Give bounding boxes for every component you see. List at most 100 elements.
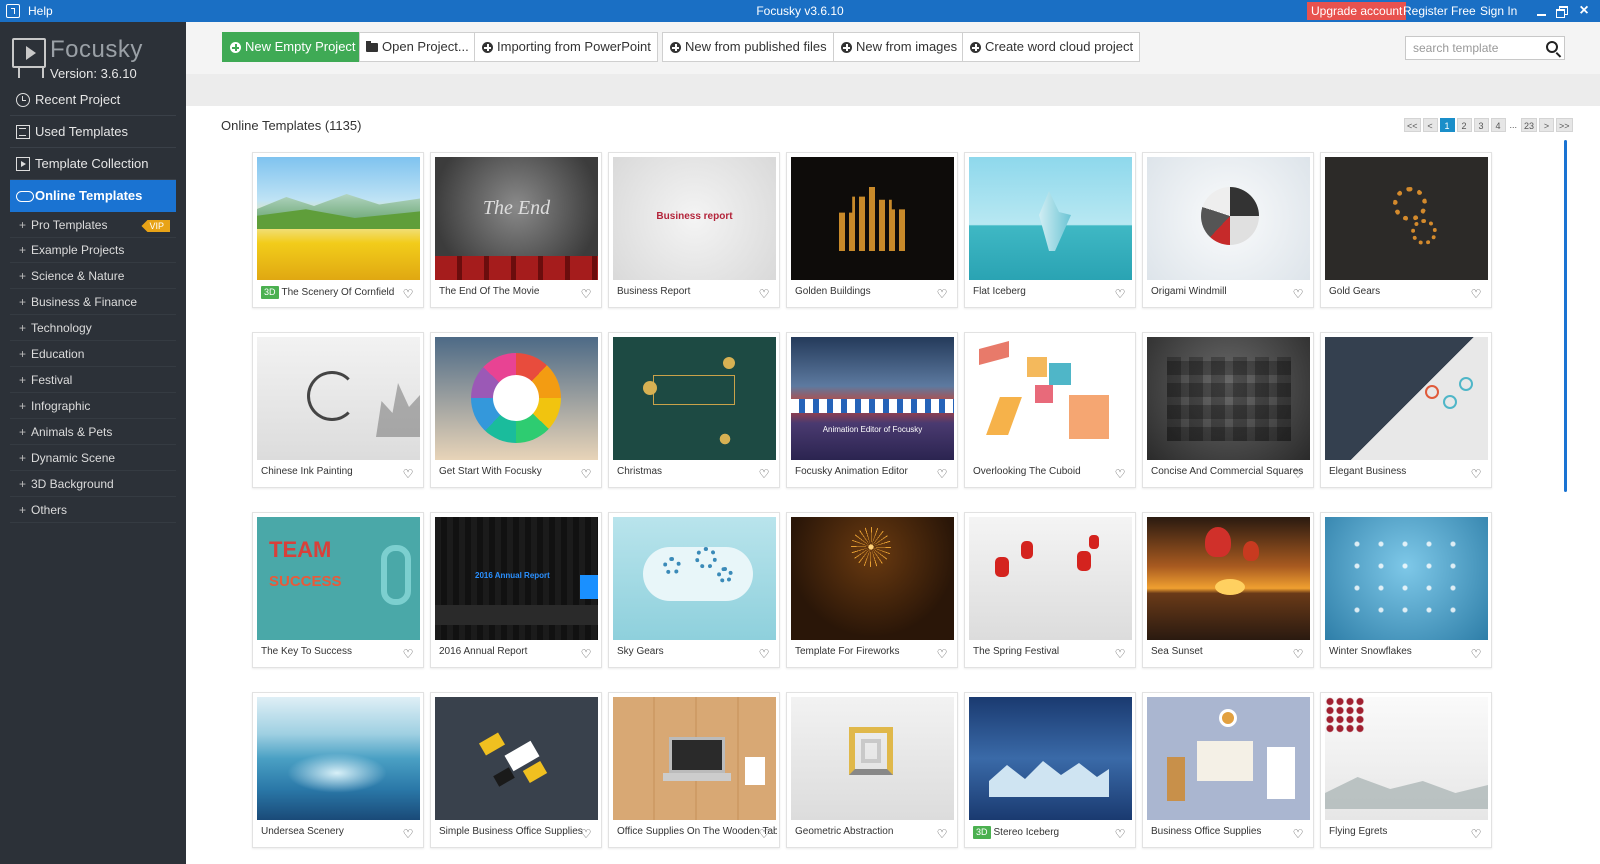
minimize-icon[interactable] bbox=[1534, 3, 1550, 19]
nav-label: Used Templates bbox=[35, 124, 128, 139]
template-card[interactable]: ♡ 3D Stereo Iceberg bbox=[964, 692, 1136, 848]
template-thumbnail bbox=[257, 697, 420, 820]
help-menu[interactable]: Help bbox=[6, 0, 53, 22]
page-prev[interactable]: < bbox=[1422, 118, 1438, 132]
template-thumbnail bbox=[1325, 337, 1488, 460]
nav-used-templates[interactable]: Used Templates bbox=[10, 116, 176, 148]
category-infographic[interactable]: Infographic bbox=[10, 394, 176, 419]
thumbnail-text: TEAM bbox=[269, 537, 332, 562]
template-card[interactable]: 2016 Annual Report ♡ 2016 Annual Report bbox=[430, 512, 602, 668]
category-business-finance[interactable]: Business & Finance bbox=[10, 290, 176, 315]
category-label: Dynamic Scene bbox=[31, 451, 116, 465]
template-title: The Spring Festival bbox=[973, 646, 1060, 657]
open-project-button[interactable]: Open Project... bbox=[359, 32, 476, 62]
template-thumbnail: The End bbox=[435, 157, 598, 280]
nav-template-collection[interactable]: Template Collection bbox=[10, 148, 176, 180]
category-example-projects[interactable]: Example Projects bbox=[10, 238, 176, 263]
page-3[interactable]: 3 bbox=[1473, 118, 1489, 132]
template-thumbnail: TEAM SUCCESS bbox=[257, 517, 420, 640]
scrollbar[interactable] bbox=[1564, 140, 1567, 492]
template-title: Elegant Business bbox=[1329, 466, 1407, 477]
template-card[interactable]: ♡ Sky Gears bbox=[608, 512, 780, 668]
page-next[interactable]: > bbox=[1539, 118, 1555, 132]
category-others[interactable]: Others bbox=[10, 498, 176, 523]
template-title: Undersea Scenery bbox=[261, 826, 344, 837]
template-card[interactable]: ♡ Geometric Abstraction bbox=[786, 692, 958, 848]
template-thumbnail bbox=[257, 157, 420, 280]
list-icon bbox=[16, 125, 30, 139]
nav-label: Recent Project bbox=[35, 92, 121, 107]
template-card[interactable]: Animation Editor of Focusky ♡ Focusky An… bbox=[786, 332, 958, 488]
template-card[interactable]: ♡ Flat Iceberg bbox=[964, 152, 1136, 308]
template-title: Simple Business Office Supplies bbox=[439, 826, 583, 837]
page-1[interactable]: 1 bbox=[1439, 118, 1455, 132]
category-label: Education bbox=[31, 347, 85, 361]
new-from-images-button[interactable]: New from images bbox=[833, 32, 965, 62]
page-4[interactable]: 4 bbox=[1490, 118, 1506, 132]
category-animals-pets[interactable]: Animals & Pets bbox=[10, 420, 176, 445]
template-card[interactable]: ♡ Origami Windmill bbox=[1142, 152, 1314, 308]
page-23[interactable]: 23 bbox=[1521, 118, 1538, 132]
category-pro-templates[interactable]: Pro Templates VIP bbox=[10, 213, 176, 238]
new-empty-project-button[interactable]: New Empty Project bbox=[222, 32, 363, 62]
template-card[interactable]: ♡ Sea Sunset bbox=[1142, 512, 1314, 668]
word-cloud-project-button[interactable]: Create word cloud project bbox=[962, 32, 1141, 62]
page-first[interactable]: << bbox=[1404, 118, 1421, 132]
template-card[interactable]: The End ♡ The End Of The Movie bbox=[430, 152, 602, 308]
search-input[interactable] bbox=[1406, 37, 1538, 59]
template-card[interactable]: ♡ Gold Gears bbox=[1320, 152, 1492, 308]
template-thumbnail bbox=[969, 157, 1132, 280]
category-technology[interactable]: Technology bbox=[10, 316, 176, 341]
new-from-published-button[interactable]: New from published files bbox=[662, 32, 834, 62]
template-card[interactable]: ♡ Template For Fireworks bbox=[786, 512, 958, 668]
template-thumbnail bbox=[969, 517, 1132, 640]
template-card[interactable]: ♡ Get Start With Focusky bbox=[430, 332, 602, 488]
template-card[interactable]: ♡ Flying Egrets bbox=[1320, 692, 1492, 848]
template-title: Flying Egrets bbox=[1329, 826, 1388, 837]
page-last[interactable]: >> bbox=[1556, 118, 1573, 132]
import-powerpoint-button[interactable]: Importing from PowerPoint bbox=[474, 32, 658, 62]
template-title: Winter Snowflakes bbox=[1329, 646, 1412, 657]
plus-circle-icon bbox=[230, 42, 241, 53]
register-free-link[interactable]: Register Free bbox=[1403, 0, 1476, 22]
thumbnail-text: The End bbox=[482, 197, 551, 219]
badge-3d: 3D bbox=[973, 826, 991, 839]
category-science-nature[interactable]: Science & Nature bbox=[10, 264, 176, 289]
template-title: Chinese Ink Painting bbox=[261, 466, 353, 477]
template-card[interactable]: ♡ Winter Snowflakes bbox=[1320, 512, 1492, 668]
template-card[interactable]: ♡ 3D The Scenery Of Cornfield bbox=[252, 152, 424, 308]
template-card[interactable]: ♡ Overlooking The Cuboid bbox=[964, 332, 1136, 488]
close-icon[interactable]: × bbox=[1576, 3, 1592, 19]
page-2[interactable]: 2 bbox=[1456, 118, 1472, 132]
nav-label: Online Templates bbox=[35, 188, 143, 203]
nav-online-templates[interactable]: Online Templates bbox=[10, 180, 176, 212]
category-festival[interactable]: Festival bbox=[10, 368, 176, 393]
template-card[interactable]: ♡ Chinese Ink Painting bbox=[252, 332, 424, 488]
search-icon[interactable] bbox=[1546, 41, 1558, 53]
category-dynamic-scene[interactable]: Dynamic Scene bbox=[10, 446, 176, 471]
template-card[interactable]: ♡ Christmas bbox=[608, 332, 780, 488]
template-card[interactable]: ♡ Business Office Supplies bbox=[1142, 692, 1314, 848]
template-card[interactable]: ♡ Elegant Business bbox=[1320, 332, 1492, 488]
upgrade-account-button[interactable]: Upgrade account bbox=[1307, 2, 1407, 20]
template-card[interactable]: ♡ Office Supplies On The Wooden Tab bbox=[608, 692, 780, 848]
template-thumbnail bbox=[791, 697, 954, 820]
template-card[interactable]: ♡ Simple Business Office Supplies bbox=[430, 692, 602, 848]
template-card[interactable]: ♡ Undersea Scenery bbox=[252, 692, 424, 848]
template-title: Golden Buildings bbox=[795, 286, 871, 297]
template-thumbnail bbox=[1325, 697, 1488, 820]
sign-in-link[interactable]: Sign In bbox=[1480, 0, 1517, 22]
template-card[interactable]: ♡ Concise And Commercial Squares bbox=[1142, 332, 1314, 488]
template-card[interactable]: ♡ The Spring Festival bbox=[964, 512, 1136, 668]
template-card[interactable]: TEAM SUCCESS ♡ The Key To Success bbox=[252, 512, 424, 668]
folder-icon bbox=[366, 41, 378, 52]
category-3d-background[interactable]: 3D Background bbox=[10, 472, 176, 497]
category-education[interactable]: Education bbox=[10, 342, 176, 367]
vip-badge: VIP bbox=[141, 220, 170, 232]
template-card[interactable]: ♡ Golden Buildings bbox=[786, 152, 958, 308]
restore-icon[interactable] bbox=[1554, 3, 1570, 19]
category-label: Technology bbox=[31, 321, 92, 335]
nav-recent-project[interactable]: Recent Project bbox=[10, 84, 176, 116]
template-card[interactable]: Business report ♡ Business Report bbox=[608, 152, 780, 308]
category-label: Others bbox=[31, 503, 68, 517]
